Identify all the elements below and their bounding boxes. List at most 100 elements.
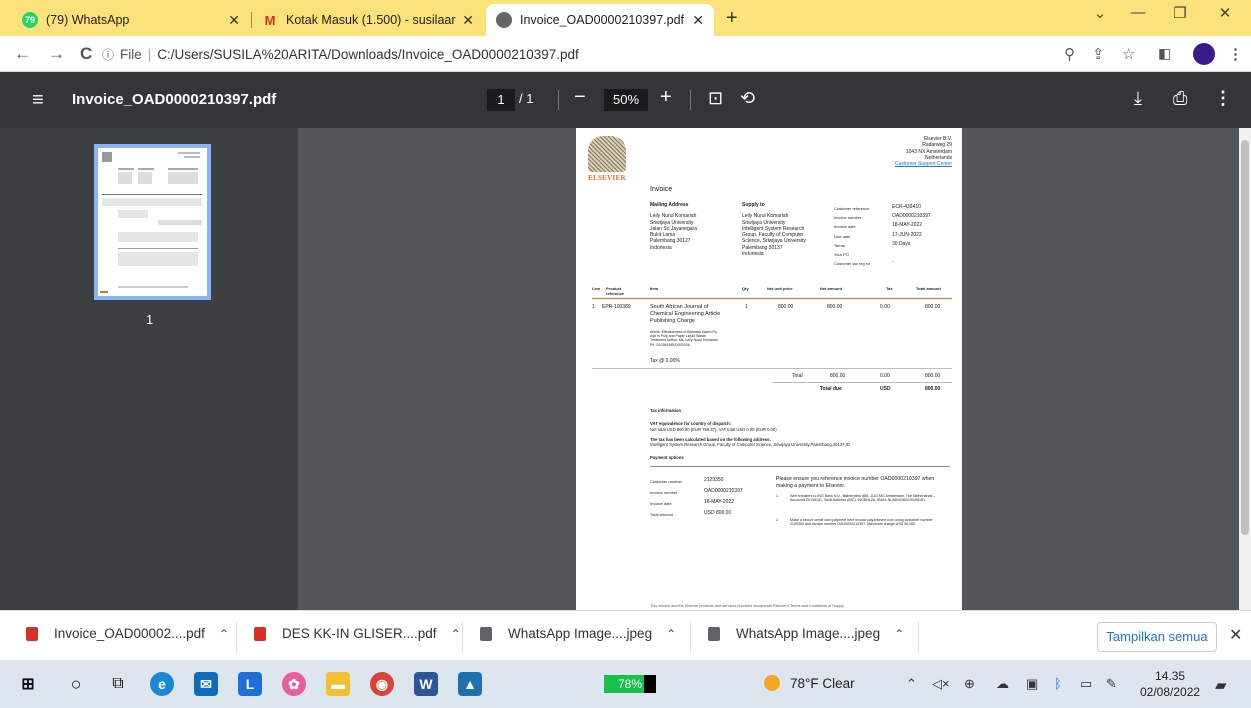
mailing-title: Mailing Address: [650, 202, 689, 208]
task-view-icon[interactable]: ⧉: [106, 672, 130, 696]
notification-icon[interactable]: ▰: [1215, 676, 1227, 694]
download-bar: Invoice_OAD00002....pdf ⌃ DES KK-IN GLIS…: [0, 610, 1251, 660]
minimize-button[interactable]: —: [1118, 4, 1158, 21]
battery-indicator[interactable]: 78%: [604, 675, 656, 693]
page-number-input[interactable]: 1: [487, 89, 515, 111]
tray-app-icon[interactable]: ▣: [1026, 676, 1038, 692]
tab-gmail[interactable]: M Kotak Masuk (1.500) - susilaarita ✕: [252, 4, 484, 36]
app-icon[interactable]: ✿: [282, 672, 306, 696]
cloud-icon[interactable]: ☁: [996, 676, 1009, 692]
photos-icon[interactable]: ▲: [458, 672, 482, 696]
elsevier-logo: ELSEVIER: [588, 174, 626, 182]
sidepanel-icon[interactable]: ◧: [1158, 45, 1171, 62]
hamburger-icon[interactable]: ≡: [32, 89, 44, 112]
download-item[interactable]: WhatsApp Image....jpeg ⌃: [480, 626, 676, 641]
divider: |: [147, 46, 152, 62]
search-icon[interactable]: ○: [64, 672, 88, 696]
star-icon[interactable]: ☆: [1122, 45, 1135, 63]
payment-labels: Customer number Invoice number Invoice d…: [650, 476, 704, 520]
scrollbar-thumb[interactable]: [1241, 140, 1249, 535]
row-detail: Article: Effectiveness of Biomass-based …: [650, 330, 718, 347]
windows-start-icon[interactable]: ⊞: [16, 672, 40, 696]
tab-invoice-pdf[interactable]: Invoice_OAD0000210397.pdf ✕: [486, 4, 714, 36]
tab-whatsapp[interactable]: 79 (79) WhatsApp ✕: [12, 4, 250, 36]
pay-option-text: Wire transfers to ING Bank N.V., Bijlmer…: [790, 494, 936, 503]
pen-icon[interactable]: ✎: [1106, 676, 1117, 692]
chevron-up-icon[interactable]: ⌃: [894, 627, 904, 641]
meta-label: Your PO: [834, 252, 849, 258]
pay-option-text: Make a secure credit card payment here i…: [790, 518, 933, 527]
thumbnail-sidebar: 1: [0, 128, 298, 610]
back-icon[interactable]: ←: [14, 44, 31, 64]
taskbar: ⊞ ○ ⧉ e ✉ L ✿ ▬ ◉ W ▲ 78% 78°F Clear ⌃ ◁…: [0, 660, 1251, 708]
address-bar[interactable]: ⓘ File | C:/Users/SUSILA%20ARITA/Downloa…: [102, 41, 1102, 67]
pay-label: Invoice date: [650, 501, 672, 506]
info-icon[interactable]: ⓘ: [102, 46, 114, 63]
image-file-icon: [480, 626, 492, 641]
meta-value: OAD0000210397: [892, 213, 931, 220]
menu-icon[interactable]: ⋮: [1228, 45, 1243, 63]
meta-label: Invoice number: [834, 215, 862, 221]
pay-label: Total amount: [650, 512, 673, 517]
battery-icon[interactable]: ▭: [1080, 676, 1092, 692]
chevron-up-icon[interactable]: ⌃: [906, 676, 917, 692]
close-icon[interactable]: ✕: [692, 12, 704, 29]
download-item[interactable]: WhatsApp Image....jpeg ⌃: [708, 626, 904, 641]
support-link[interactable]: Customer Support Center: [895, 161, 952, 167]
more-icon[interactable]: ⋮: [1214, 88, 1232, 109]
avatar[interactable]: [1193, 43, 1215, 65]
share-icon[interactable]: ⇪: [1092, 45, 1105, 63]
chevron-up-icon[interactable]: ⌃: [451, 627, 461, 641]
tab-search-icon[interactable]: ⌄: [1080, 4, 1120, 22]
pdf-icon: [26, 626, 38, 641]
word-icon[interactable]: W: [414, 672, 438, 696]
download-icon[interactable]: ⤓: [1134, 88, 1142, 109]
mail-icon[interactable]: ✉: [194, 672, 218, 696]
pdf-title: Invoice_OAD0000210397.pdf: [72, 91, 277, 108]
weather-label: 78°F Clear: [790, 675, 855, 691]
window-close-button[interactable]: ✕: [1205, 4, 1245, 22]
zoom-in-button[interactable]: +: [660, 86, 672, 109]
new-tab-button[interactable]: +: [726, 7, 738, 30]
print-icon[interactable]: ⎙: [1173, 88, 1187, 109]
chevron-up-icon[interactable]: ⌃: [219, 627, 229, 641]
forward-icon[interactable]: →: [48, 44, 65, 64]
address-line: Indonesia: [742, 250, 764, 257]
table-row: 1 EPR-100389 South African Journal of Ch…: [592, 304, 952, 364]
edge-icon[interactable]: e: [150, 672, 174, 696]
sun-icon: [764, 675, 780, 691]
zoom-input[interactable]: 50%: [604, 89, 648, 111]
row-total: 800.00: [925, 304, 941, 310]
rotate-icon[interactable]: ⟲: [740, 88, 755, 109]
reload-icon[interactable]: C: [80, 44, 92, 64]
meta-label: Customer tax reg no: [834, 261, 871, 267]
page-thumbnail[interactable]: [94, 144, 211, 300]
chevron-up-icon[interactable]: ⌃: [666, 627, 676, 641]
meta-value: ECR-439410: [892, 204, 921, 210]
close-icon[interactable]: ✕: [462, 12, 474, 29]
fit-page-icon[interactable]: ⊡: [708, 88, 723, 109]
close-icon[interactable]: ✕: [228, 12, 240, 29]
file-explorer-icon[interactable]: ▬: [326, 672, 350, 696]
divider: [558, 90, 559, 110]
meta-value: 18-MAY-2022: [892, 222, 923, 229]
zoom-out-button[interactable]: −: [574, 86, 586, 109]
volume-muted-icon[interactable]: ◁×: [932, 676, 950, 692]
pay-value: 2129350: [704, 477, 724, 483]
close-icon[interactable]: ✕: [1229, 625, 1242, 645]
launcher-icon[interactable]: L: [238, 672, 262, 696]
chrome-icon[interactable]: ◉: [370, 672, 394, 696]
system-clock[interactable]: 14.35 02/08/2022: [1140, 668, 1200, 700]
download-item[interactable]: DES KK-IN GLISER....pdf ⌃: [254, 626, 461, 641]
weather-widget[interactable]: 78°F Clear: [764, 675, 855, 691]
download-item[interactable]: Invoice_OAD00002....pdf ⌃: [26, 626, 229, 641]
row-qty: 1: [745, 304, 748, 310]
bluetooth-icon[interactable]: ᛒ: [1054, 676, 1062, 691]
network-icon[interactable]: ⊕: [964, 676, 975, 692]
show-all-button[interactable]: Tampilkan semua: [1097, 622, 1217, 652]
meta-value: 30 Days: [892, 240, 911, 247]
divider: [650, 466, 950, 467]
zoom-icon[interactable]: ⚲: [1064, 45, 1075, 63]
restore-button[interactable]: ❐: [1160, 4, 1200, 22]
supply-title: Supply to: [742, 202, 765, 208]
